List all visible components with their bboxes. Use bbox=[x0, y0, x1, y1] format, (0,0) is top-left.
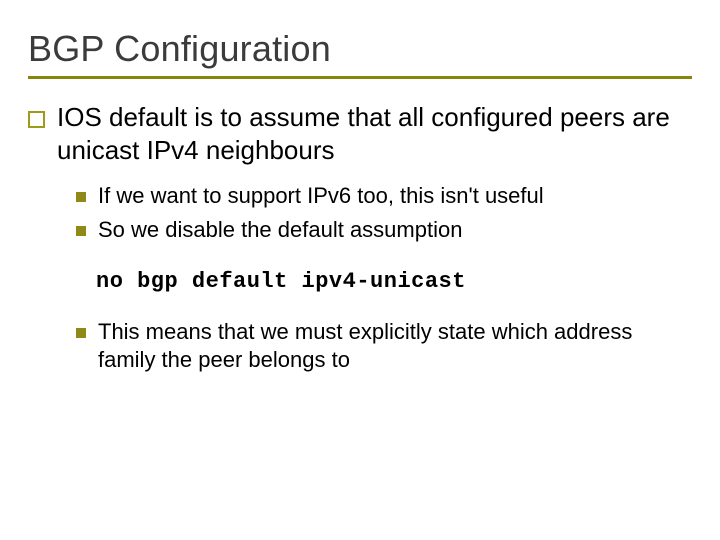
sub-bullets-group-2: This means that we must explicitly state… bbox=[64, 318, 692, 375]
bullet-level2: This means that we must explicitly state… bbox=[76, 318, 692, 375]
bullet-level2: If we want to support IPv6 too, this isn… bbox=[76, 182, 692, 211]
filled-square-icon bbox=[76, 328, 86, 338]
bullet-level2: So we disable the default assumption bbox=[76, 216, 692, 245]
code-snippet: no bgp default ipv4-unicast bbox=[96, 269, 692, 294]
sub-bullets-group-1: If we want to support IPv6 too, this isn… bbox=[64, 182, 692, 245]
bullet-level2-text: If we want to support IPv6 too, this isn… bbox=[98, 182, 544, 211]
slide-title: BGP Configuration bbox=[28, 28, 692, 70]
filled-square-icon bbox=[76, 192, 86, 202]
bullet-level1-text: IOS default is to assume that all config… bbox=[57, 101, 692, 168]
slide: BGP Configuration IOS default is to assu… bbox=[0, 0, 720, 540]
bullet-level2-text: This means that we must explicitly state… bbox=[98, 318, 692, 375]
hollow-square-icon bbox=[28, 111, 45, 128]
bullet-level1: IOS default is to assume that all config… bbox=[28, 101, 692, 168]
bullet-level2-text: So we disable the default assumption bbox=[98, 216, 462, 245]
title-underline bbox=[28, 76, 692, 79]
filled-square-icon bbox=[76, 226, 86, 236]
